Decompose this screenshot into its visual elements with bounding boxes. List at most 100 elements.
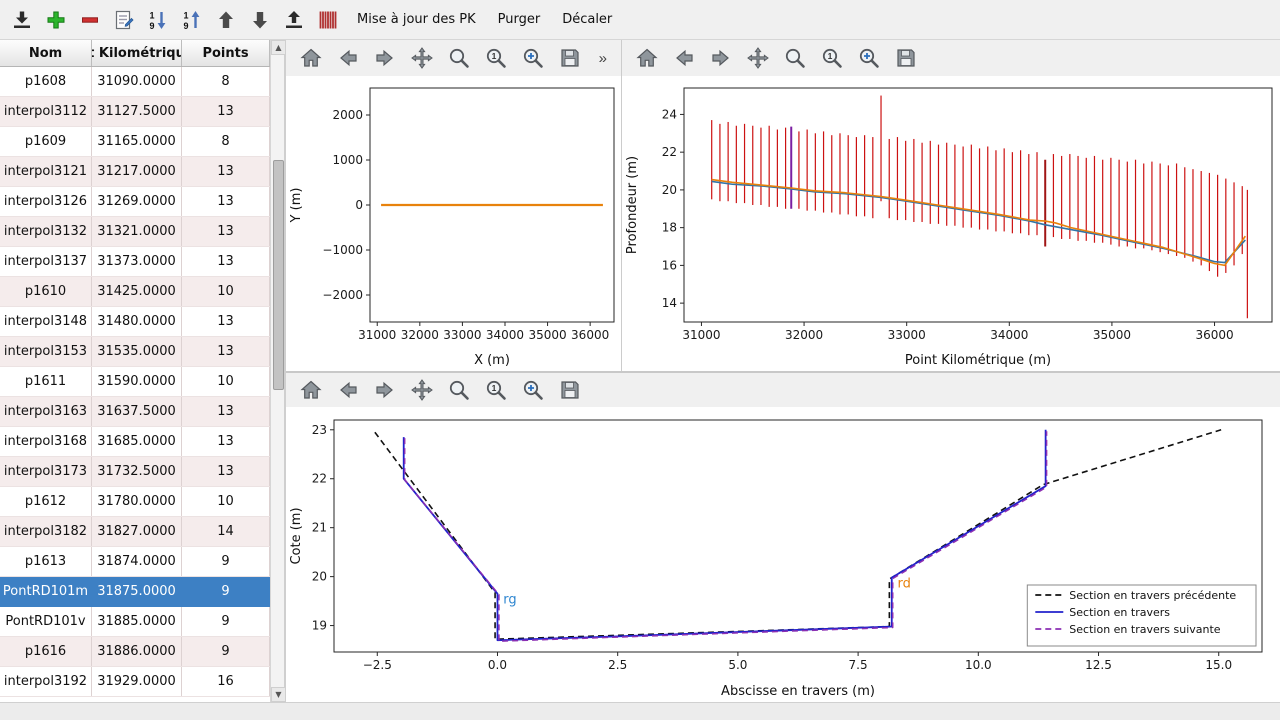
cell-points: 13 bbox=[182, 97, 270, 126]
cell-points: 14 bbox=[182, 517, 270, 546]
add-button[interactable] bbox=[42, 5, 72, 35]
back-button[interactable] bbox=[335, 45, 361, 71]
cell-point-kilometrique: 31535.0000 bbox=[92, 337, 182, 366]
home-button[interactable] bbox=[298, 377, 324, 403]
zoom-original-button[interactable]: 1 bbox=[483, 45, 509, 71]
cell-points: 9 bbox=[182, 607, 270, 636]
save-button[interactable] bbox=[557, 377, 583, 403]
zoom-in-button[interactable] bbox=[520, 377, 546, 403]
sort-ascending-button[interactable]: 19 bbox=[178, 5, 208, 35]
save-button[interactable] bbox=[557, 45, 583, 71]
table-row[interactable]: p161031425.000010 bbox=[0, 277, 270, 307]
column-header-nom[interactable]: Nom bbox=[0, 40, 92, 66]
scrollbar-thumb[interactable] bbox=[273, 160, 284, 390]
weir-sections-button[interactable] bbox=[314, 5, 344, 35]
table-row[interactable]: p161231780.000010 bbox=[0, 487, 270, 517]
main-content: Nom t Kilométriqu Points p160831090.0000… bbox=[0, 40, 1280, 702]
table-row[interactable]: interpol314831480.000013 bbox=[0, 307, 270, 337]
table-row[interactable]: PontRD101v31885.00009 bbox=[0, 607, 270, 637]
table-row[interactable]: interpol311231127.500013 bbox=[0, 97, 270, 127]
forward-button[interactable] bbox=[372, 377, 398, 403]
table-row[interactable]: interpol316831685.000013 bbox=[0, 427, 270, 457]
cell-nom: p1616 bbox=[0, 637, 92, 666]
table-body: p160831090.00008interpol311231127.500013… bbox=[0, 67, 270, 697]
table-row[interactable]: p160831090.00008 bbox=[0, 67, 270, 97]
svg-text:22: 22 bbox=[312, 472, 327, 486]
table-row[interactable]: interpol313731373.000013 bbox=[0, 247, 270, 277]
table-row[interactable]: interpol316331637.500013 bbox=[0, 397, 270, 427]
zoom-button[interactable] bbox=[446, 45, 472, 71]
table-row[interactable]: interpol313231321.000013 bbox=[0, 217, 270, 247]
cell-points: 8 bbox=[182, 127, 270, 156]
longitudinal-profile-chart[interactable]: 3100032000330003400035000360001416182022… bbox=[622, 76, 1280, 371]
remove-button[interactable] bbox=[76, 5, 106, 35]
svg-text:20: 20 bbox=[312, 570, 327, 584]
home-button[interactable] bbox=[634, 45, 660, 71]
table-row[interactable]: p161331874.00009 bbox=[0, 547, 270, 577]
pan-button[interactable] bbox=[409, 377, 435, 403]
back-button[interactable] bbox=[335, 377, 361, 403]
cell-points: 13 bbox=[182, 247, 270, 276]
table-row[interactable]: interpol315331535.000013 bbox=[0, 337, 270, 367]
plan-view-chart[interactable]: 310003200033000340003500036000−2000−1000… bbox=[286, 76, 621, 371]
back-button[interactable] bbox=[671, 45, 697, 71]
svg-text:18: 18 bbox=[662, 221, 677, 235]
cross-section-panel: 1 −2.50.02.55.07.510.012.515.01920212223… bbox=[286, 371, 1280, 702]
cell-nom: p1608 bbox=[0, 67, 92, 96]
zoom-original-button[interactable]: 1 bbox=[819, 45, 845, 71]
svg-text:34000: 34000 bbox=[990, 328, 1028, 342]
forward-button[interactable] bbox=[372, 45, 398, 71]
forward-button[interactable] bbox=[708, 45, 734, 71]
table-row[interactable]: interpol318231827.000014 bbox=[0, 517, 270, 547]
zoom-in-icon bbox=[521, 46, 545, 70]
zoom-button[interactable] bbox=[446, 377, 472, 403]
cell-points: 8 bbox=[182, 67, 270, 96]
table-row[interactable]: p160931165.00008 bbox=[0, 127, 270, 157]
pan-icon bbox=[746, 46, 770, 70]
save-icon bbox=[558, 378, 582, 402]
cell-points: 13 bbox=[182, 217, 270, 246]
export-icon bbox=[282, 8, 308, 32]
table-row[interactable]: interpol317331732.500013 bbox=[0, 457, 270, 487]
svg-text:Cote (m): Cote (m) bbox=[289, 507, 304, 564]
toolbar-overflow-chevron[interactable]: » bbox=[597, 50, 609, 67]
weir-sections-icon bbox=[316, 8, 342, 32]
zoom-in-button[interactable] bbox=[856, 45, 882, 71]
shift-button[interactable]: Décaler bbox=[553, 8, 621, 31]
zoom-button[interactable] bbox=[782, 45, 808, 71]
update-pk-button[interactable]: Mise à jour des PK bbox=[348, 8, 485, 31]
cell-point-kilometrique: 31875.0000 bbox=[92, 577, 182, 606]
cross-section-chart[interactable]: −2.50.02.55.07.510.012.515.01920212223Ab… bbox=[286, 407, 1280, 702]
edit-form-button[interactable] bbox=[110, 5, 140, 35]
pan-button[interactable] bbox=[409, 45, 435, 71]
table-scrollbar[interactable]: ▲ ▼ bbox=[270, 40, 284, 702]
zoom-original-button[interactable]: 1 bbox=[483, 377, 509, 403]
scroll-up-arrow-icon[interactable]: ▲ bbox=[271, 40, 286, 55]
table-row[interactable]: interpol312131217.000013 bbox=[0, 157, 270, 187]
cell-nom: interpol3182 bbox=[0, 517, 92, 546]
home-button[interactable] bbox=[298, 45, 324, 71]
scroll-down-arrow-icon[interactable]: ▼ bbox=[271, 687, 286, 702]
save-button[interactable] bbox=[893, 45, 919, 71]
table-row[interactable]: p161631886.00009 bbox=[0, 637, 270, 667]
table-row[interactable]: PontRD101m31875.00009 bbox=[0, 577, 270, 607]
forward-icon bbox=[709, 46, 733, 70]
zoom-in-button[interactable] bbox=[520, 45, 546, 71]
cell-point-kilometrique: 31885.0000 bbox=[92, 607, 182, 636]
home-icon bbox=[299, 378, 323, 402]
sort-descending-button[interactable]: 19 bbox=[144, 5, 174, 35]
table-row[interactable]: interpol319231929.000016 bbox=[0, 667, 270, 697]
move-up-button[interactable] bbox=[212, 5, 242, 35]
back-icon bbox=[336, 46, 360, 70]
import-button[interactable] bbox=[8, 5, 38, 35]
export-button[interactable] bbox=[280, 5, 310, 35]
purge-button[interactable]: Purger bbox=[489, 8, 550, 31]
column-header-point-kilometrique[interactable]: t Kilométriqu bbox=[92, 40, 182, 66]
cell-nom: interpol3192 bbox=[0, 667, 92, 696]
cell-point-kilometrique: 31321.0000 bbox=[92, 217, 182, 246]
column-header-points[interactable]: Points bbox=[182, 40, 270, 66]
pan-button[interactable] bbox=[745, 45, 771, 71]
table-row[interactable]: p161131590.000010 bbox=[0, 367, 270, 397]
move-down-button[interactable] bbox=[246, 5, 276, 35]
table-row[interactable]: interpol312631269.000013 bbox=[0, 187, 270, 217]
